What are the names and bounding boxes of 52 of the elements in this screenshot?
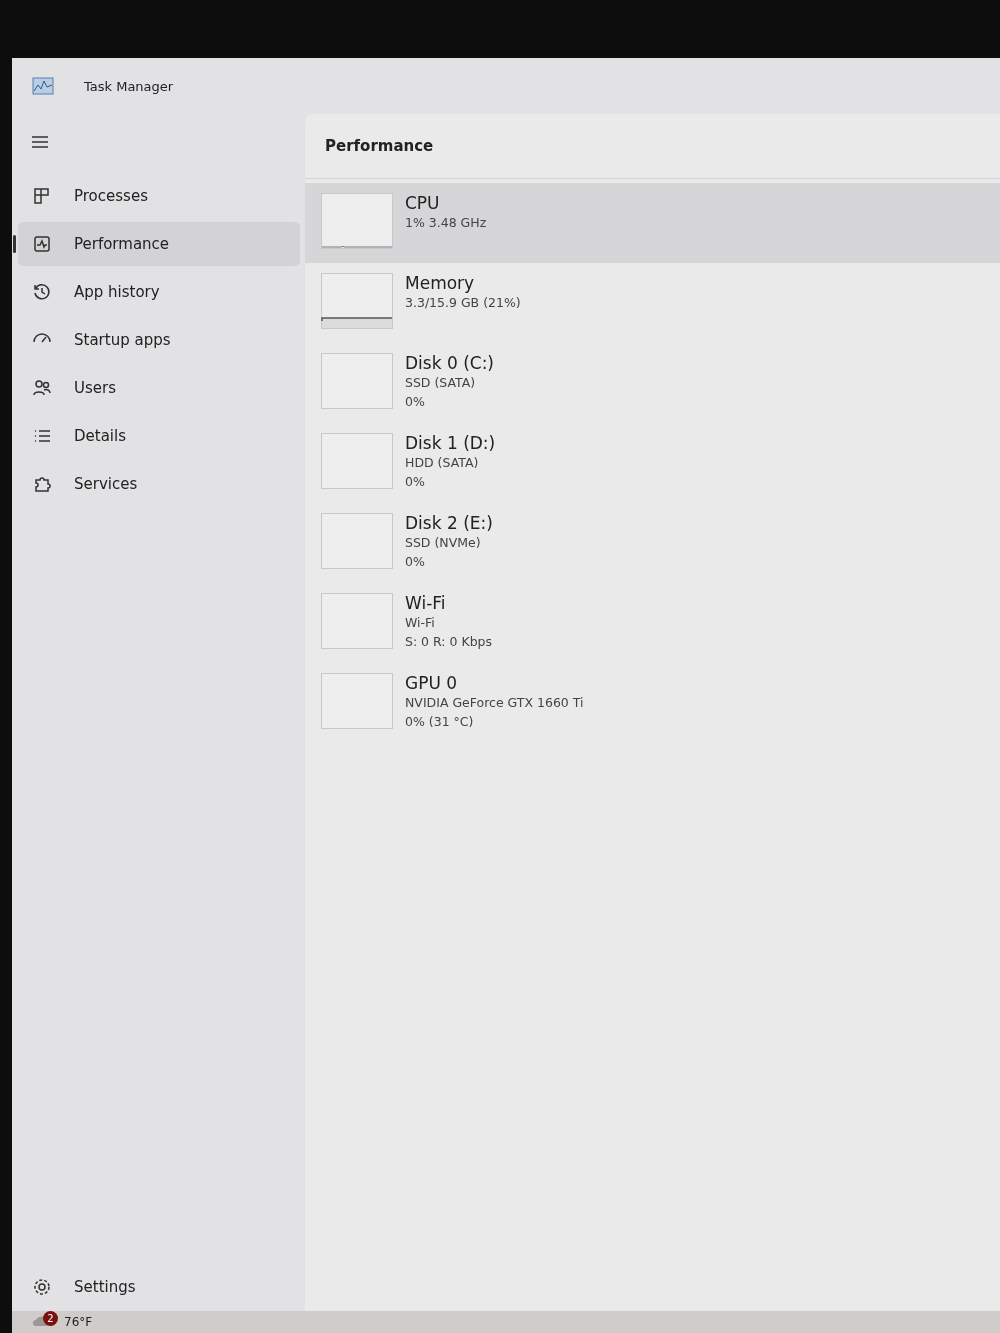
- window-title: Task Manager: [84, 78, 174, 94]
- usage-graph: [321, 353, 393, 409]
- device-row[interactable]: Disk 0 (C:) SSD (SATA) 0%: [305, 343, 1000, 423]
- device-detail: 0%: [405, 393, 426, 411]
- puzzle-icon: [32, 474, 52, 494]
- nav-item[interactable]: App history: [18, 270, 300, 314]
- history-icon: [32, 282, 52, 302]
- device-name: Memory: [405, 273, 476, 293]
- device-detail: 1% 3.48 GHz: [405, 214, 487, 232]
- app-chart-icon: [32, 77, 54, 95]
- device-row[interactable]: GPU 0 NVIDIA GeForce GTX 1660 Ti 0% (31 °C): [305, 663, 1000, 743]
- device-detail: 0% (31 °C): [405, 713, 475, 731]
- device-detail: 3.3/15.9 GB (21%): [405, 294, 521, 312]
- nav-item[interactable]: Users: [18, 366, 300, 410]
- cpu-graph: [321, 193, 393, 249]
- device-detail: S: 0 R: 0 Kbps: [405, 633, 493, 651]
- usage-graph: [321, 433, 393, 489]
- device-detail: Wi-Fi: [405, 614, 436, 632]
- usage-graph: [321, 513, 393, 569]
- page-title: Performance: [325, 137, 434, 155]
- device-name: Disk 1 (D:): [405, 433, 496, 453]
- usage-graph: [321, 673, 393, 729]
- processes-icon: [32, 186, 52, 206]
- device-detail: HDD (SATA): [405, 454, 480, 472]
- device-detail: NVIDIA GeForce GTX 1660 Ti: [405, 694, 584, 712]
- users-icon: [32, 378, 52, 398]
- memory-graph: [321, 273, 393, 329]
- settings-icon: [32, 1277, 52, 1297]
- selection-indicator: [13, 235, 16, 253]
- device-row[interactable]: Memory 3.3/15.9 GB (21%): [305, 263, 1000, 343]
- device-row[interactable]: Disk 1 (D:) HDD (SATA) 0%: [305, 423, 1000, 503]
- usage-graph: [321, 593, 393, 649]
- nav-item[interactable]: Services: [18, 462, 300, 506]
- weather-temperature[interactable]: 76°F: [64, 1315, 93, 1329]
- device-row[interactable]: Wi-Fi Wi-Fi S: 0 R: 0 Kbps: [305, 583, 1000, 663]
- pulse-chart-icon: [32, 234, 52, 254]
- device-name: GPU 0: [405, 673, 459, 693]
- device-name: Disk 0 (C:): [405, 353, 494, 373]
- nav-item[interactable]: Details: [18, 414, 300, 458]
- device-detail: SSD (SATA): [405, 374, 477, 392]
- device-name: CPU: [405, 193, 441, 213]
- nav-item[interactable]: Processes: [18, 174, 300, 218]
- device-detail: SSD (NVMe): [405, 534, 482, 552]
- device-detail: 0%: [405, 473, 426, 491]
- device-row[interactable]: CPU 1% 3.48 GHz: [305, 183, 1000, 263]
- device-detail: 0%: [405, 553, 426, 571]
- device-name: Disk 2 (E:): [405, 513, 493, 533]
- settings-item[interactable]: Settings: [18, 1265, 300, 1309]
- notification-badge: 2: [43, 1311, 58, 1326]
- device-name: Wi-Fi: [405, 593, 447, 613]
- device-row[interactable]: Disk 2 (E:) SSD (NVMe) 0%: [305, 503, 1000, 583]
- nav-item[interactable]: Startup apps: [18, 318, 300, 362]
